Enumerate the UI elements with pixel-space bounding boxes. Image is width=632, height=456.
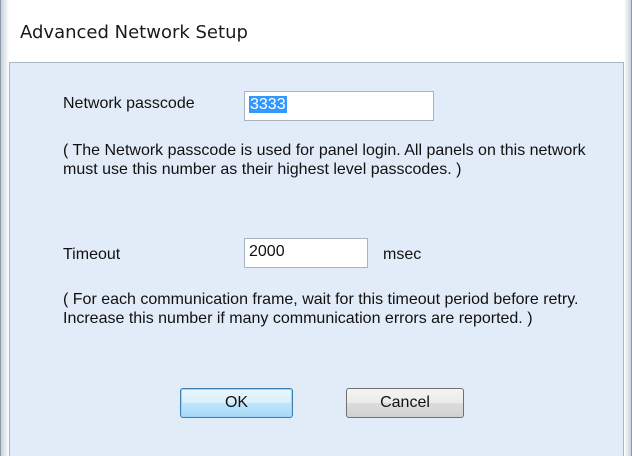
cancel-button[interactable]: Cancel: [346, 388, 464, 418]
network-passcode-value: 3333: [249, 96, 287, 113]
dialog-client-area: Network passcode 3333 ( The Network pass…: [9, 62, 624, 456]
timeout-value: 2000: [249, 243, 285, 260]
timeout-unit-label: msec: [383, 246, 422, 263]
network-passcode-label: Network passcode: [63, 95, 195, 112]
network-passcode-note: ( The Network passcode is used for panel…: [63, 142, 586, 178]
window-frame-left: [0, 0, 9, 456]
timeout-input[interactable]: 2000: [244, 238, 368, 268]
timeout-note: ( For each communication frame, wait for…: [63, 291, 579, 327]
network-passcode-input[interactable]: 3333: [244, 91, 434, 121]
advanced-network-setup-dialog: Advanced Network Setup Network passcode …: [0, 0, 632, 456]
window-frame-right: [624, 0, 632, 456]
ok-button[interactable]: OK: [180, 388, 293, 418]
timeout-label: Timeout: [63, 246, 121, 263]
title-bar[interactable]: Advanced Network Setup: [0, 0, 632, 62]
window-title: Advanced Network Setup: [20, 22, 248, 43]
